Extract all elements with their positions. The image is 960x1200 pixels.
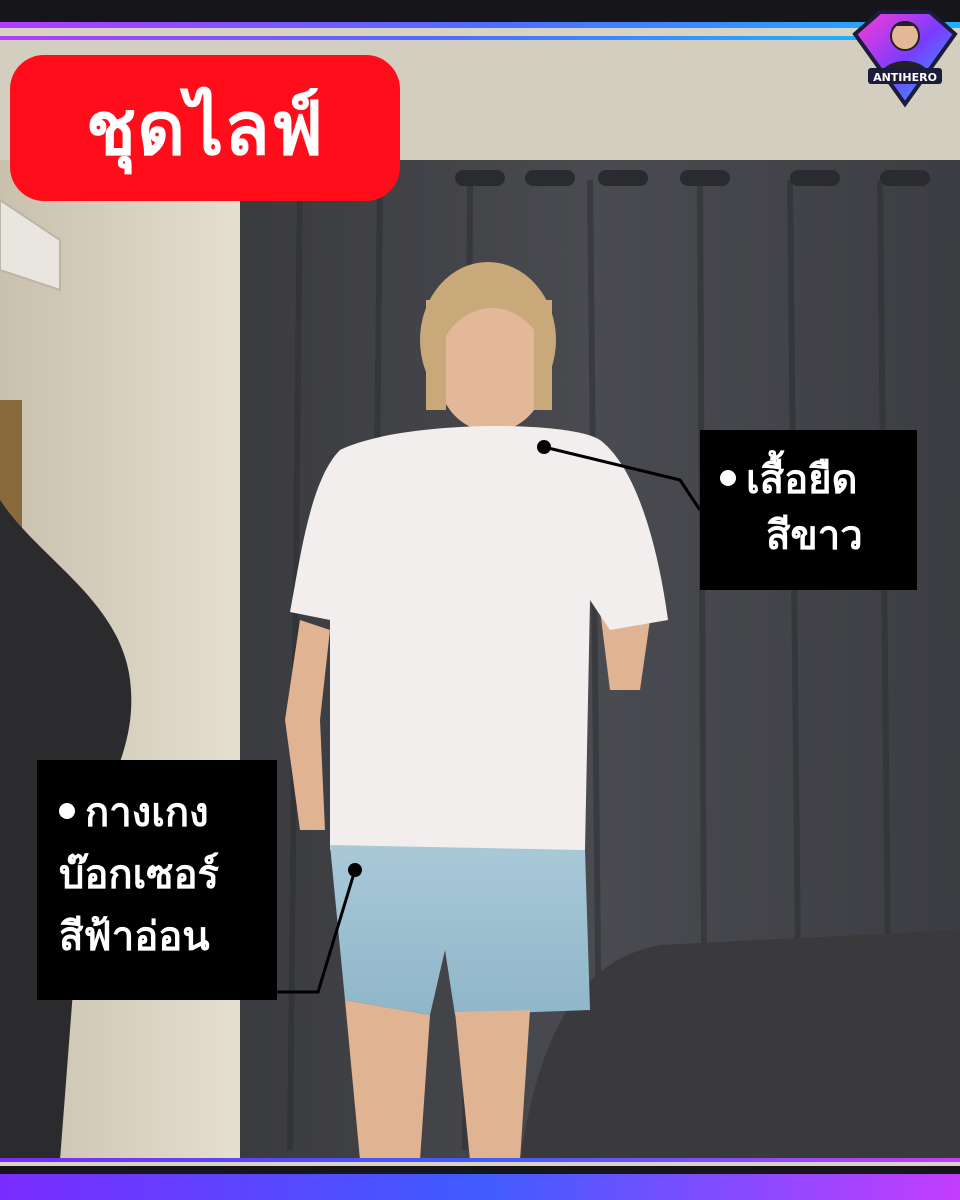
- bullet-icon: [720, 470, 736, 486]
- title-badge: ชุดไลฟ์: [10, 55, 400, 201]
- shorts-label: กางเกง บ๊อกเซอร์ สีฟ้าอ่อน: [37, 760, 277, 1000]
- shirt-pointer-line: [543, 445, 702, 511]
- shirt-label-line-1: เสื้อยืด: [720, 452, 907, 508]
- shorts-label-line-3: สีฟ้าอ่อน: [59, 914, 210, 960]
- shorts-pointer-line: [277, 869, 357, 994]
- bullet-icon: [59, 803, 75, 819]
- antihero-logo: ANTIHERO: [852, 10, 958, 108]
- shirt-label-line-2: สีขาว: [766, 513, 863, 559]
- title-text: ชุดไลฟ์: [85, 86, 325, 172]
- shorts-label-line-2: บ๊อกเซอร์: [59, 852, 219, 898]
- shorts-label-line-1: กางเกง: [59, 782, 269, 844]
- logo-text: ANTIHERO: [873, 71, 937, 84]
- shirt-label: เสื้อยืด สีขาว: [700, 430, 917, 590]
